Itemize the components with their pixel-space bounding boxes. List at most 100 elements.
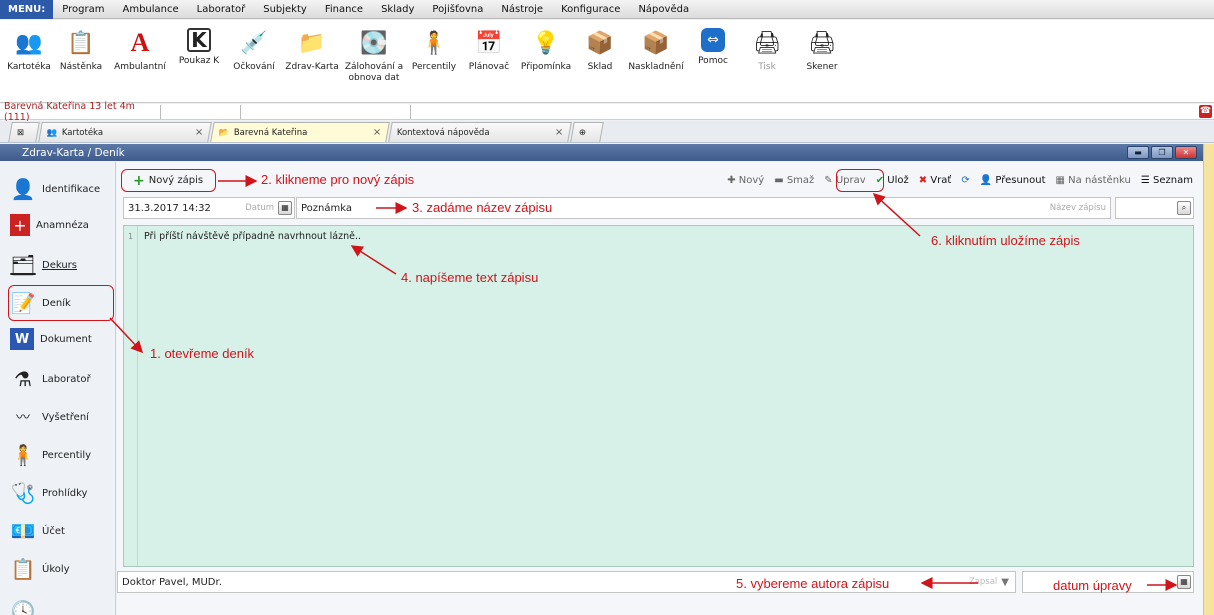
sidebar: 👤 Identifikace + Anamnéza 🗂 Dekurs 📝 Deník W… (0, 162, 116, 615)
sidebar-item-anamneza[interactable]: + Anamnéza (10, 214, 89, 236)
id-icon: 👤 (10, 177, 36, 201)
menu-label[interactable]: MENU: (0, 0, 54, 19)
tab-kontextova-napoveda[interactable]: Kontextová nápověda × (388, 122, 572, 142)
date-field[interactable]: 31.3.2017 14:32 Datum ▦ (123, 197, 295, 219)
scanner-icon: 🖨 (808, 30, 836, 56)
disk-icon: 💽 (360, 30, 388, 56)
annotation-4: 4. napíšeme text zápisu (401, 270, 539, 285)
tab-barevna-katerina[interactable]: 📂 Barevná Kateřina × (210, 122, 390, 142)
menu-pojistovna[interactable]: Pojišťovna (423, 4, 492, 15)
delete-button[interactable]: ▬ Smaž (774, 175, 814, 186)
toolbar-zdrav-karta[interactable]: 📁 Zdrav-Karta (282, 20, 342, 73)
annotation-6: 6. kliknutím uložíme zápis (931, 233, 1080, 248)
journal-panel: + Nový zápis ✚ Nový ▬ Smaž ✎ Uprav ✔ Ulož… (117, 162, 1203, 615)
box-add-icon: 📦 (642, 30, 670, 56)
tab-close-all[interactable]: ⊠ (8, 122, 40, 142)
to-board-button[interactable]: ▦ Na nástěnku (1056, 175, 1131, 186)
sidebar-item-prohlidky[interactable]: 🩺 Prohlídky (10, 480, 88, 506)
move-button[interactable]: 👤 Přesunout (980, 175, 1046, 186)
bulb-icon: 💡 (532, 30, 560, 56)
restore-button[interactable]: ❐ (1151, 146, 1173, 159)
toolbar-skener[interactable]: 🖨 Skener (796, 20, 848, 73)
syringe-icon: 💉 (240, 30, 268, 56)
tab-close-icon[interactable]: × (373, 127, 381, 138)
medkit-icon: + (10, 214, 30, 236)
toolbar-naskladneni[interactable]: 📦 Naskladnění (624, 20, 688, 73)
tab-add[interactable]: ⊕ (570, 122, 604, 142)
annotation-3: 3. zadáme název zápisu (412, 200, 553, 215)
refresh-button[interactable]: ⟳ (961, 175, 969, 186)
toolbar-tisk[interactable]: 🖨 Tisk (738, 20, 796, 73)
folder-icon: 🗂 (10, 253, 36, 277)
sidebar-item-identifikace[interactable]: 👤 Identifikace (10, 176, 101, 202)
search-icon[interactable]: ⌕ (1177, 201, 1191, 215)
highlight-save (836, 169, 884, 192)
entry-text: Při příští návštěvě případně navrhnout l… (144, 231, 362, 242)
sidebar-item-ukoly[interactable]: 📋 Úkoly (10, 556, 70, 582)
list-button[interactable]: ☰ Seznam (1141, 175, 1193, 186)
annotation-1: 1. otevřeme deník (150, 346, 255, 361)
menu-konfigurace[interactable]: Konfigurace (552, 4, 629, 15)
title-lookup[interactable]: ⌕ (1115, 197, 1194, 219)
menu-bar: MENU: Program Ambulance Laboratoř Subjek… (0, 0, 1214, 19)
menu-finance[interactable]: Finance (316, 4, 372, 15)
letter-a-icon: A (130, 28, 150, 57)
tab-close-icon[interactable]: × (555, 127, 563, 138)
menu-napoveda[interactable]: Nápověda (629, 4, 698, 15)
people-icon: 👥 (15, 30, 43, 56)
board-icon: 📋 (67, 30, 95, 56)
calendar-icon[interactable]: ▦ (1177, 575, 1191, 589)
sidebar-item-ucet[interactable]: 💶 Účet (10, 518, 65, 544)
calendar-icon[interactable]: ▦ (278, 201, 292, 215)
revert-button[interactable]: ✖ Vrať (919, 175, 952, 186)
toolbar-poukaz-k[interactable]: K Poukaz K (172, 20, 226, 67)
menu-nastroje[interactable]: Nástroje (492, 4, 552, 15)
tab-kartoteka[interactable]: 👥 Kartotéka × (38, 122, 212, 142)
card-icon: 📁 (298, 30, 326, 56)
minimize-button[interactable]: ▬ (1127, 146, 1149, 159)
patient-name: Barevná Kateřina 13 let 4m (111) (4, 100, 135, 123)
money-icon: 💶 (10, 519, 36, 543)
close-patient-icon[interactable]: ☎ (1199, 105, 1212, 118)
toolbar-ockovani[interactable]: 💉 Očkování (226, 20, 282, 73)
window-titlebar: Zdrav-Karta / Deník ▬ ❐ ✕ (0, 144, 1203, 161)
menu-ambulance[interactable]: Ambulance (113, 4, 187, 15)
chevron-down-icon[interactable]: ▼ (1001, 577, 1009, 588)
highlight-new-entry (121, 169, 216, 192)
annotation-5: 5. vybereme autora zápisu (736, 576, 890, 591)
tab-close-icon[interactable]: × (195, 127, 203, 138)
toolbar-pomoc[interactable]: ⇔ Pomoc (688, 20, 738, 67)
sidebar-item-vysetreni[interactable]: 〰 Vyšetření (10, 404, 89, 430)
sidebar-item-dokument[interactable]: W Dokument (10, 328, 92, 350)
sidebar-item-laborator[interactable]: ⚗ Laboratoř (10, 366, 91, 392)
entry-text-editor[interactable]: 1 Při příští návštěvě případně navrhnout… (123, 225, 1194, 567)
right-collapse-strip[interactable] (1203, 144, 1214, 615)
close-button[interactable]: ✕ (1175, 146, 1197, 159)
toolbar-kartoteka[interactable]: 👥 Kartotéka (4, 20, 54, 73)
menu-laborator[interactable]: Laboratoř (188, 4, 255, 15)
new-button[interactable]: ✚ Nový (727, 175, 764, 186)
entry-actions: ✚ Nový ▬ Smaž ✎ Uprav ✔ Ulož ✖ Vrať ⟳ 👤 … (727, 171, 1193, 190)
patient-cell (160, 104, 240, 119)
tab-bar: ⊠ 👥 Kartotéka × 📂 Barevná Kateřina × Kontext… (0, 121, 1214, 143)
toolbar-pripominka[interactable]: 💡 Připomínka (516, 20, 576, 73)
window-title: Zdrav-Karta / Deník (22, 146, 125, 159)
toolbar-planovac[interactable]: 📅 Plánovač (462, 20, 516, 73)
toolbar-ambulantni[interactable]: A Ambulantní (108, 20, 172, 73)
stethoscope-icon: 🩺 (10, 481, 36, 505)
sidebar-item-dekurs[interactable]: 🗂 Dekurs (10, 252, 77, 278)
toolbar-zalohovani[interactable]: 💽 Zálohování a obnova dat (342, 20, 406, 84)
flask-icon: ⚗ (14, 367, 32, 391)
sidebar-item-percentily[interactable]: 🧍 Percentily (10, 442, 92, 468)
add-tab-icon: ⊕ (578, 127, 587, 138)
toolbar-nastenka[interactable]: 📋 Nástěnka (54, 20, 108, 73)
menu-sklady[interactable]: Sklady (372, 4, 423, 15)
annotation-7: datum úpravy (1053, 578, 1132, 593)
toolbar-sklad[interactable]: 📦 Sklad (576, 20, 624, 73)
sidebar-item-clock[interactable]: 🕓 (10, 598, 36, 615)
toolbar-percentily[interactable]: 🧍 Percentily (406, 20, 462, 73)
teamviewer-icon: ⇔ (701, 28, 725, 52)
menu-subjekty[interactable]: Subjekty (254, 4, 316, 15)
letter-k-icon: K (187, 28, 211, 52)
menu-program[interactable]: Program (53, 4, 113, 15)
